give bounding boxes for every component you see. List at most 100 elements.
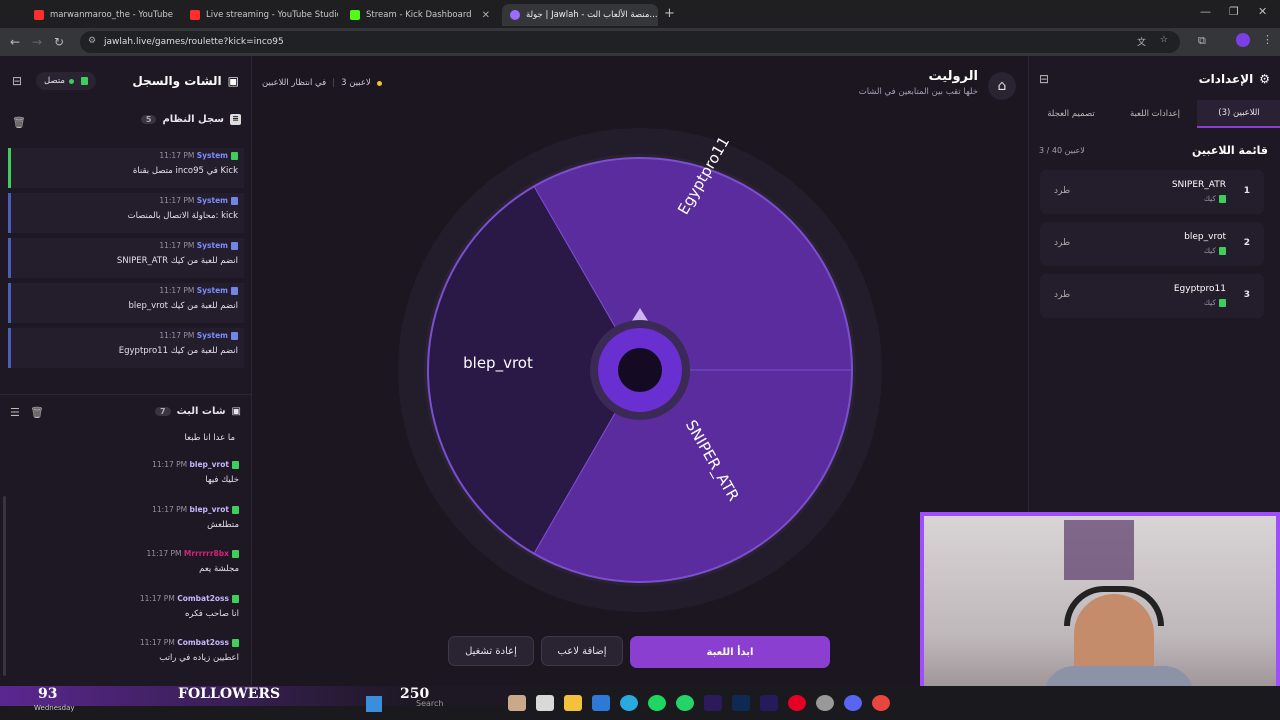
chat-header: 7 شات البث ▣ — [154, 406, 241, 417]
followers-label: FOLLOWERS — [178, 686, 281, 702]
chat-text: خليك فيها — [205, 475, 239, 485]
info-icon — [231, 242, 238, 250]
chat-icon: ▣ — [227, 74, 239, 88]
tab-wheel-design[interactable]: تصميم العجلة — [1029, 100, 1113, 128]
log-item: 11:17 PM System blep_vrot انضم للعبة من ك… — [8, 283, 244, 323]
log-user: System — [196, 151, 228, 160]
reload-icon[interactable]: ↻ — [48, 35, 70, 49]
kick-icon — [350, 10, 360, 20]
kick-icon — [232, 461, 239, 469]
notepad-icon[interactable] — [536, 695, 554, 711]
players-count: 3 لاعبين — [341, 78, 371, 88]
settings-tabs: اللاعبين (3) إعدادات اللعبة تصميم العجلة — [1029, 100, 1280, 128]
windows-start-icon[interactable] — [366, 696, 382, 712]
log-header: 5 سجل النظام ≡ — [140, 114, 241, 125]
panel-header: الشات والسجل ▣ — [132, 74, 239, 88]
url-field[interactable]: ⚙ jawlah.live/games/roulette?kick=inco95… — [80, 31, 1180, 53]
profile-avatar[interactable] — [1236, 33, 1250, 47]
collapse-panel-icon[interactable]: ⊟ — [12, 74, 22, 88]
kick-player-button[interactable]: طرد — [1054, 290, 1070, 300]
close-icon[interactable]: ✕ — [474, 10, 490, 21]
browser-tab[interactable]: marwanmaroo_the - YouTube ✕ — [26, 4, 182, 26]
platform-label: كيك — [1203, 194, 1216, 203]
chat-meta: 11:17 PM Mrrrrrr8bx — [9, 549, 239, 558]
translate-icon[interactable]: 文 — [1137, 35, 1146, 48]
pinterest-icon[interactable] — [788, 695, 806, 711]
kick-icon — [232, 505, 239, 514]
log-user: System — [196, 331, 228, 340]
settings-title: الإعدادات — [1198, 72, 1254, 86]
chat-bubble-icon: ▣ — [231, 406, 241, 417]
minimize-icon[interactable]: — — [1200, 5, 1211, 18]
info-icon — [231, 332, 238, 340]
log-meta: 11:17 PM System — [159, 331, 238, 340]
gear-icon: ⚙ — [1259, 72, 1270, 86]
tab-game-settings[interactable]: إعدادات اللعبة — [1113, 100, 1197, 128]
chat-text: اعطيين زياده في راتب — [159, 653, 239, 663]
log-title: سجل النظام — [162, 114, 224, 125]
browser-tab[interactable]: Live streaming - YouTube Studio ✕ — [182, 4, 338, 26]
browser-tab-active[interactable]: جولة | Jawlah - منصة الألعاب الت... ✕ — [502, 4, 658, 26]
chat-time: 11:17 PM — [152, 460, 188, 469]
status-dot-icon — [376, 80, 382, 86]
home-button[interactable]: ⌂ — [988, 72, 1016, 100]
chat-user: Combat2oss — [177, 638, 229, 647]
chat-scrollbar[interactable] — [3, 496, 6, 676]
taskbar-search[interactable]: Search — [416, 699, 443, 708]
app-icon[interactable] — [816, 695, 834, 711]
site-info-icon[interactable]: ⚙ — [88, 36, 96, 46]
collapse-panel-icon[interactable]: ⊟ — [1039, 72, 1049, 86]
window-close-icon[interactable]: ✕ — [1258, 5, 1267, 18]
browser-tab[interactable]: Stream - Kick Dashboard ✕ — [342, 4, 498, 26]
back-icon[interactable]: ← — [4, 35, 26, 49]
log-message: SNIPER_ATR انضم للعبة من كيك — [116, 256, 238, 266]
jawlah-icon — [510, 10, 520, 20]
new-tab-icon[interactable]: + — [664, 6, 675, 21]
divider — [0, 394, 252, 395]
extensions-icon[interactable]: ⧉ — [1198, 34, 1206, 48]
after-effects-icon[interactable] — [760, 695, 778, 711]
store-icon[interactable] — [592, 695, 610, 711]
kick-icon — [231, 152, 238, 160]
start-game-button[interactable]: ابدأ اللعبة — [630, 636, 830, 668]
filter-icon[interactable]: ☰ — [10, 406, 20, 419]
kick-icon — [1219, 247, 1226, 255]
taskbar-apps — [508, 695, 890, 711]
trash-icon[interactable]: 🗑 — [30, 406, 44, 419]
status-text: متصل — [44, 76, 65, 86]
player-number: 1 — [1243, 186, 1250, 196]
player-name: SNIPER_ATR — [1171, 180, 1226, 190]
spotify-icon[interactable] — [648, 695, 666, 711]
menu-dots-icon[interactable]: ⋮ — [1262, 33, 1273, 46]
chat-text: متطلعش — [207, 519, 239, 530]
forward-icon[interactable]: → — [26, 35, 48, 49]
folder-icon[interactable] — [564, 695, 582, 711]
maximize-icon[interactable]: ❐ — [1229, 5, 1239, 18]
log-time: 11:17 PM — [159, 196, 195, 205]
bookmark-star-icon[interactable]: ☆ — [1160, 35, 1168, 45]
chrome-icon[interactable] — [872, 695, 890, 711]
chat-meta: 11:17 PM Combat2oss — [9, 638, 239, 647]
add-player-button[interactable]: إضافة لاعب — [541, 636, 623, 666]
app-icon[interactable] — [508, 695, 526, 711]
whatsapp-icon[interactable] — [676, 695, 694, 711]
tab-title: جولة | Jawlah - منصة الألعاب الت... — [526, 10, 658, 20]
kick-player-button[interactable]: طرد — [1054, 186, 1070, 196]
log-message: محاولة الاتصال بالمنصات: kick — [127, 211, 238, 221]
kick-player-button[interactable]: طرد — [1054, 238, 1070, 248]
roulette-wheel[interactable]: Egyptpro11blep_vrotSNIPER_ATR — [398, 128, 882, 612]
waiting-text: في انتظار اللاعبين — [262, 78, 327, 88]
reset-button[interactable]: إعادة تشغيل — [448, 636, 534, 666]
photoshop-icon[interactable] — [732, 695, 750, 711]
close-icon[interactable]: ✕ — [173, 10, 182, 21]
discord-icon[interactable] — [844, 695, 862, 711]
log-item: 11:17 PM System Egyptpro11 انضم للعبة من … — [8, 328, 244, 368]
connection-status-badge: متصل — [36, 72, 96, 90]
chat-user: Combat2oss — [177, 593, 229, 603]
browser-tab-bar: marwanmaroo_the - YouTube ✕ Live streami… — [0, 0, 1280, 28]
premiere-icon[interactable] — [704, 695, 722, 711]
tab-players[interactable]: اللاعبين (3) — [1197, 100, 1280, 128]
url-text: jawlah.live/games/roulette?kick=inco95 — [104, 37, 284, 47]
edge-icon[interactable] — [620, 695, 638, 711]
trash-icon[interactable]: 🗑 — [12, 116, 26, 129]
